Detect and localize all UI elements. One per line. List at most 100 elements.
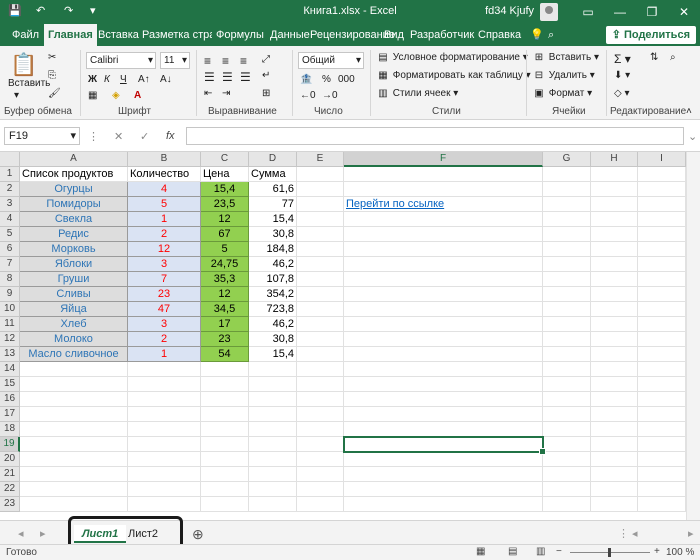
table-cell[interactable]: Сливы bbox=[20, 287, 128, 302]
cell[interactable] bbox=[297, 347, 344, 362]
cell[interactable] bbox=[297, 317, 344, 332]
cell[interactable] bbox=[249, 392, 297, 407]
fill-color-icon[interactable]: ◈ bbox=[112, 90, 120, 101]
zoom-slider-thumb[interactable] bbox=[608, 548, 611, 557]
prev-sheet-icon[interactable]: ◂ bbox=[10, 525, 32, 543]
sort-filter-icon[interactable]: ⇅ bbox=[650, 52, 658, 63]
cell[interactable] bbox=[591, 332, 638, 347]
cell[interactable] bbox=[20, 377, 128, 392]
table-cell[interactable]: 4 bbox=[128, 182, 201, 197]
cell[interactable] bbox=[591, 377, 638, 392]
cell[interactable] bbox=[543, 197, 591, 212]
align-center-icon[interactable]: ☰ bbox=[222, 70, 233, 84]
tab-developer[interactable]: Разработчик bbox=[406, 24, 478, 46]
table-cell[interactable]: 3 bbox=[128, 257, 201, 272]
page-break-view-icon[interactable]: ▥ bbox=[536, 546, 545, 557]
cell[interactable] bbox=[201, 407, 249, 422]
cell[interactable] bbox=[543, 332, 591, 347]
restore-button[interactable]: ❐ bbox=[636, 0, 668, 24]
cell[interactable] bbox=[543, 467, 591, 482]
cell[interactable] bbox=[638, 302, 686, 317]
cell[interactable] bbox=[591, 227, 638, 242]
expand-formula-icon[interactable]: ⌄ bbox=[688, 130, 697, 143]
cell[interactable] bbox=[297, 407, 344, 422]
column-header-a[interactable]: A bbox=[20, 152, 128, 167]
row-header-20[interactable]: 20 bbox=[0, 452, 20, 467]
table-cell[interactable]: 5 bbox=[128, 197, 201, 212]
increase-decimal-icon[interactable]: ←0 bbox=[300, 90, 316, 101]
table-cell[interactable]: 12 bbox=[201, 212, 249, 227]
cell[interactable] bbox=[638, 242, 686, 257]
cell[interactable] bbox=[297, 377, 344, 392]
cell[interactable] bbox=[591, 167, 638, 182]
cell[interactable] bbox=[344, 167, 543, 182]
cell[interactable] bbox=[638, 497, 686, 512]
cell[interactable] bbox=[543, 212, 591, 227]
tab-file[interactable]: Файл bbox=[8, 24, 43, 46]
table-cell[interactable]: 23 bbox=[128, 287, 201, 302]
cell[interactable] bbox=[638, 407, 686, 422]
table-cell[interactable]: 5 bbox=[201, 242, 249, 257]
cell[interactable] bbox=[297, 197, 344, 212]
cell[interactable] bbox=[344, 182, 543, 197]
column-header-h[interactable]: H bbox=[591, 152, 638, 167]
clear-icon[interactable]: ◇ ▾ bbox=[614, 88, 630, 99]
cell[interactable] bbox=[344, 302, 543, 317]
row-header-11[interactable]: 11 bbox=[0, 317, 20, 332]
cell[interactable] bbox=[638, 482, 686, 497]
table-cell[interactable]: Яйца bbox=[20, 302, 128, 317]
select-all-button[interactable] bbox=[0, 152, 20, 167]
cell[interactable] bbox=[543, 167, 591, 182]
table-cell[interactable]: Редис bbox=[20, 227, 128, 242]
cell[interactable] bbox=[297, 257, 344, 272]
cell[interactable] bbox=[201, 497, 249, 512]
cell[interactable] bbox=[20, 362, 128, 377]
cell[interactable] bbox=[591, 317, 638, 332]
cell[interactable] bbox=[591, 452, 638, 467]
search-icon[interactable]: ⌕ bbox=[544, 24, 558, 46]
cell[interactable] bbox=[344, 317, 543, 332]
cell[interactable] bbox=[297, 467, 344, 482]
row-header-5[interactable]: 5 bbox=[0, 227, 20, 242]
table-cell[interactable]: 15,4 bbox=[249, 347, 297, 362]
cell[interactable] bbox=[543, 437, 591, 452]
cell[interactable] bbox=[344, 407, 543, 422]
cell[interactable] bbox=[638, 272, 686, 287]
table-cell[interactable]: 7 bbox=[128, 272, 201, 287]
table-cell[interactable]: 24,75 bbox=[201, 257, 249, 272]
header-cell-d[interactable]: Сумма bbox=[249, 167, 297, 182]
tab-insert[interactable]: Вставка bbox=[94, 24, 143, 46]
cell[interactable] bbox=[249, 452, 297, 467]
cell[interactable] bbox=[297, 227, 344, 242]
column-header-b[interactable]: B bbox=[128, 152, 201, 167]
cell[interactable] bbox=[344, 272, 543, 287]
table-cell[interactable]: 61,6 bbox=[249, 182, 297, 197]
normal-view-icon[interactable]: ▦ bbox=[476, 546, 485, 557]
cell[interactable] bbox=[543, 377, 591, 392]
name-box[interactable]: F19 ▾ bbox=[4, 127, 80, 145]
cell[interactable] bbox=[638, 467, 686, 482]
insert-function-icon[interactable]: fx bbox=[166, 130, 175, 142]
format-as-table-button[interactable]: ▦ Форматировать как таблицу ▾ bbox=[376, 70, 530, 81]
column-header-g[interactable]: G bbox=[543, 152, 591, 167]
row-header-13[interactable]: 13 bbox=[0, 347, 20, 362]
table-cell[interactable]: Морковь bbox=[20, 242, 128, 257]
cell[interactable] bbox=[128, 452, 201, 467]
table-cell[interactable]: 107,8 bbox=[249, 272, 297, 287]
cell[interactable] bbox=[128, 437, 201, 452]
table-cell[interactable]: Хлеб bbox=[20, 317, 128, 332]
cell[interactable] bbox=[249, 482, 297, 497]
scroll-right-icon[interactable]: ▸ bbox=[680, 525, 700, 543]
ribbon-display-icon[interactable]: ▭ bbox=[572, 0, 604, 24]
cell[interactable] bbox=[543, 407, 591, 422]
cell[interactable] bbox=[297, 362, 344, 377]
cell[interactable] bbox=[344, 212, 543, 227]
font-name-select[interactable]: Calibri ▾ bbox=[86, 52, 156, 69]
table-cell[interactable]: Свекла bbox=[20, 212, 128, 227]
cell[interactable] bbox=[344, 332, 543, 347]
cell[interactable] bbox=[249, 437, 297, 452]
table-cell[interactable]: 77 bbox=[249, 197, 297, 212]
horizontal-scroll-icon[interactable]: ⋮ ◂ bbox=[610, 525, 646, 543]
insert-cells-button[interactable]: ⊞ Вставить ▾ bbox=[532, 52, 599, 63]
cell[interactable] bbox=[201, 422, 249, 437]
